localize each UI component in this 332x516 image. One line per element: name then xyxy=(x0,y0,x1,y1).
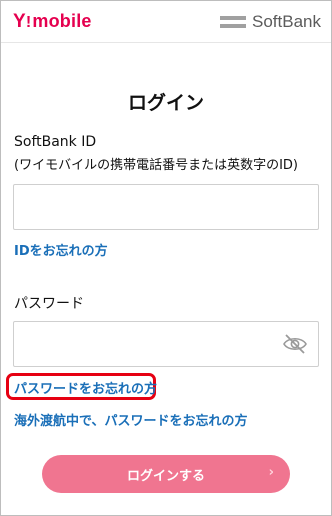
ymobile-logo[interactable]: Y ! mobile xyxy=(13,11,92,33)
softbank-id-sublabel: (ワイモバイルの携帯電話番号または英数字のID) xyxy=(14,158,298,173)
forgot-id-link[interactable]: IDをお忘れの方 xyxy=(14,240,108,259)
softbank-id-label: SoftBank ID xyxy=(14,134,97,150)
login-button[interactable]: ログインする › xyxy=(42,455,290,493)
softbank-logo-text: SoftBank xyxy=(252,11,321,31)
eye-slash-icon[interactable] xyxy=(282,332,308,356)
page-title: ログイン xyxy=(127,92,204,114)
header: Y ! mobile SoftBank xyxy=(1,1,331,43)
password-label: パスワード xyxy=(14,296,84,312)
chevron-right-icon: › xyxy=(268,465,274,480)
softbank-mark-icon xyxy=(220,15,246,28)
overseas-forgot-password-link[interactable]: 海外渡航中で、パスワードをお忘れの方 xyxy=(14,410,247,429)
login-button-label: ログインする xyxy=(126,468,205,484)
ymobile-logo-text: mobile xyxy=(32,10,92,31)
softbank-logo[interactable]: SoftBank xyxy=(220,12,321,32)
password-input[interactable] xyxy=(13,321,319,367)
forgot-password-link[interactable]: パスワードをお忘れの方 xyxy=(14,378,157,397)
ymobile-logo-y: Y xyxy=(13,10,26,32)
softbank-id-input[interactable] xyxy=(13,184,319,230)
ymobile-logo-bang: ! xyxy=(25,13,32,31)
